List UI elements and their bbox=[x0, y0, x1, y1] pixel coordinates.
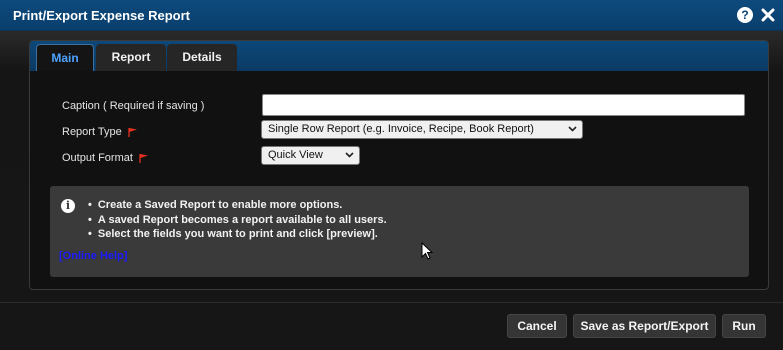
output-format-label: Output Format bbox=[62, 152, 133, 164]
chevron-down-icon bbox=[345, 152, 354, 158]
mouse-cursor-icon bbox=[421, 242, 433, 260]
output-format-value: Quick View bbox=[268, 149, 323, 161]
output-format-select[interactable]: Quick View bbox=[261, 146, 360, 165]
info-icon: i bbox=[61, 199, 75, 213]
required-flag-icon bbox=[139, 154, 148, 163]
info-list: Create a Saved Report to enable more opt… bbox=[88, 198, 387, 242]
cancel-button[interactable]: Cancel bbox=[507, 314, 567, 338]
tab-panel: Main Report Details Caption ( Required i… bbox=[29, 40, 769, 290]
run-button[interactable]: Run bbox=[722, 314, 766, 338]
list-item: Create a Saved Report to enable more opt… bbox=[88, 198, 387, 213]
tab-main[interactable]: Main bbox=[36, 44, 94, 71]
list-item: A saved Report becomes a report availabl… bbox=[88, 213, 387, 228]
info-box: i Create a Saved Report to enable more o… bbox=[50, 186, 749, 277]
report-type-select[interactable]: Single Row Report (e.g. Invoice, Recipe,… bbox=[261, 120, 583, 139]
caption-label: Caption ( Required if saving ) bbox=[62, 100, 205, 112]
dialog-title: Print/Export Expense Report bbox=[13, 8, 190, 23]
tab-details[interactable]: Details bbox=[167, 44, 237, 71]
caption-input[interactable] bbox=[262, 94, 745, 116]
required-flag-icon bbox=[128, 128, 137, 137]
chevron-down-icon bbox=[568, 126, 577, 132]
report-type-label: Report Type bbox=[62, 126, 122, 138]
list-item: Select the fields you want to print and … bbox=[88, 227, 387, 242]
close-icon[interactable] bbox=[760, 7, 776, 23]
report-type-value: Single Row Report (e.g. Invoice, Recipe,… bbox=[268, 123, 534, 135]
online-help-link[interactable]: [Online Help] bbox=[59, 250, 127, 262]
dialog-titlebar: Print/Export Expense Report ? bbox=[0, 0, 783, 31]
save-as-report-button[interactable]: Save as Report/Export bbox=[573, 314, 716, 338]
tab-report[interactable]: Report bbox=[96, 44, 166, 71]
tab-strip: Main Report Details bbox=[30, 41, 768, 71]
dialog-body: Main Report Details Caption ( Required i… bbox=[0, 31, 783, 302]
dialog-footer: Cancel Save as Report/Export Run bbox=[0, 302, 783, 350]
help-icon[interactable]: ? bbox=[737, 7, 753, 23]
